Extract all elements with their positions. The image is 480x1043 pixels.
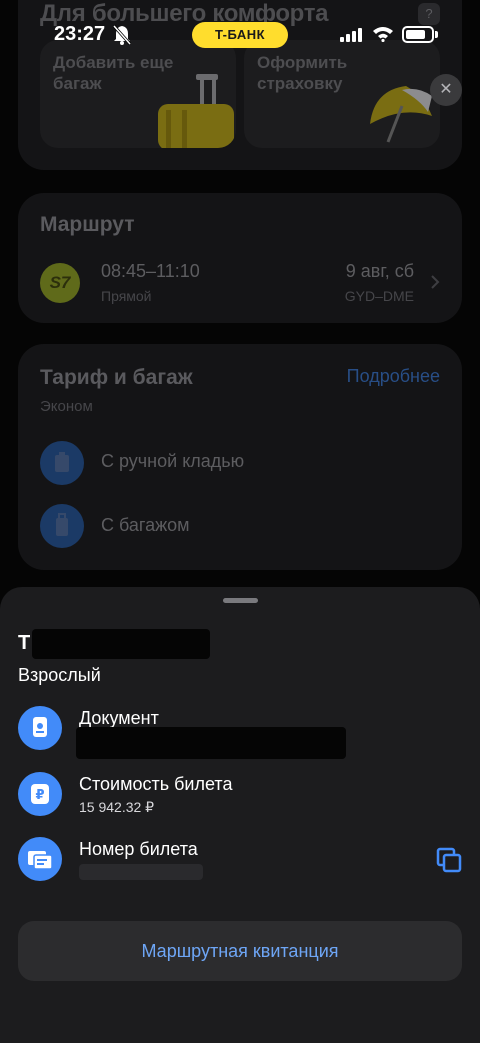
document-label: Документ [79,708,159,728]
flight-times: 08:45–11:10 [101,261,200,281]
status-bar: 23:27 T-БАНК [0,0,480,56]
ticket-price-label: Стоимость билета [79,774,233,794]
bell-muted-icon [112,25,132,45]
umbrella-icon [370,86,432,143]
chevron-right-icon [431,275,440,289]
carry-on-label: С ручной кладью [101,451,245,471]
copy-icon[interactable] [436,847,462,873]
luggage-icon [40,504,84,548]
ticket-icon [18,837,62,881]
luggage-label: С багажом [101,515,190,535]
bank-badge[interactable]: T-БАНК [192,22,288,48]
redacted-ticket-number [79,864,203,880]
redacted-passenger-name [32,629,210,659]
battery-tip [435,31,438,38]
airline-logo-icon: S7 [40,263,80,303]
svg-text:₽: ₽ [35,788,44,803]
add-baggage-tile[interactable]: Добавить еще багаж [40,40,236,148]
details-link[interactable]: Подробнее [347,366,440,387]
tariff-title: Тариф и багаж [40,366,193,389]
passport-icon [18,706,62,750]
sheet-grabber[interactable] [223,598,258,603]
ruble-icon: ₽ [18,772,62,816]
carry-on-icon [40,441,84,485]
ticket-sheet: Т Взрослый Документ ₽ Стоимость билета 1… [0,587,480,1043]
tariff-class: Эконом [40,398,93,415]
battery-icon [402,26,434,43]
route-title: Маршрут [40,213,135,236]
wifi-icon [373,27,393,42]
close-icon[interactable]: ✕ [430,74,462,106]
route-card[interactable]: Маршрут S7 08:45–11:10 Прямой 9 авг, сб … [18,193,462,323]
suitcase-icon [158,74,234,148]
redacted-document [76,727,346,759]
itinerary-receipt-button[interactable]: Маршрутная квитанция [18,921,462,981]
insurance-tile[interactable]: Оформить страховку [244,40,440,148]
flight-date: 9 авг, сб [345,261,414,281]
flight-airports: GYD–DME [344,288,414,304]
passenger-type: Взрослый [18,665,101,685]
ticket-price-value: 15 942.32 ₽ [79,799,155,815]
flight-type: Прямой [101,288,152,304]
ticket-number-label: Номер билета [79,839,198,859]
tile-label-line: страховку [257,74,343,93]
signal-icon [340,28,362,42]
tariff-card: Тариф и багаж Подробнее Эконом С ручной … [18,344,462,570]
status-time: 23:27 [54,23,106,45]
passenger-name: Т [18,632,31,654]
